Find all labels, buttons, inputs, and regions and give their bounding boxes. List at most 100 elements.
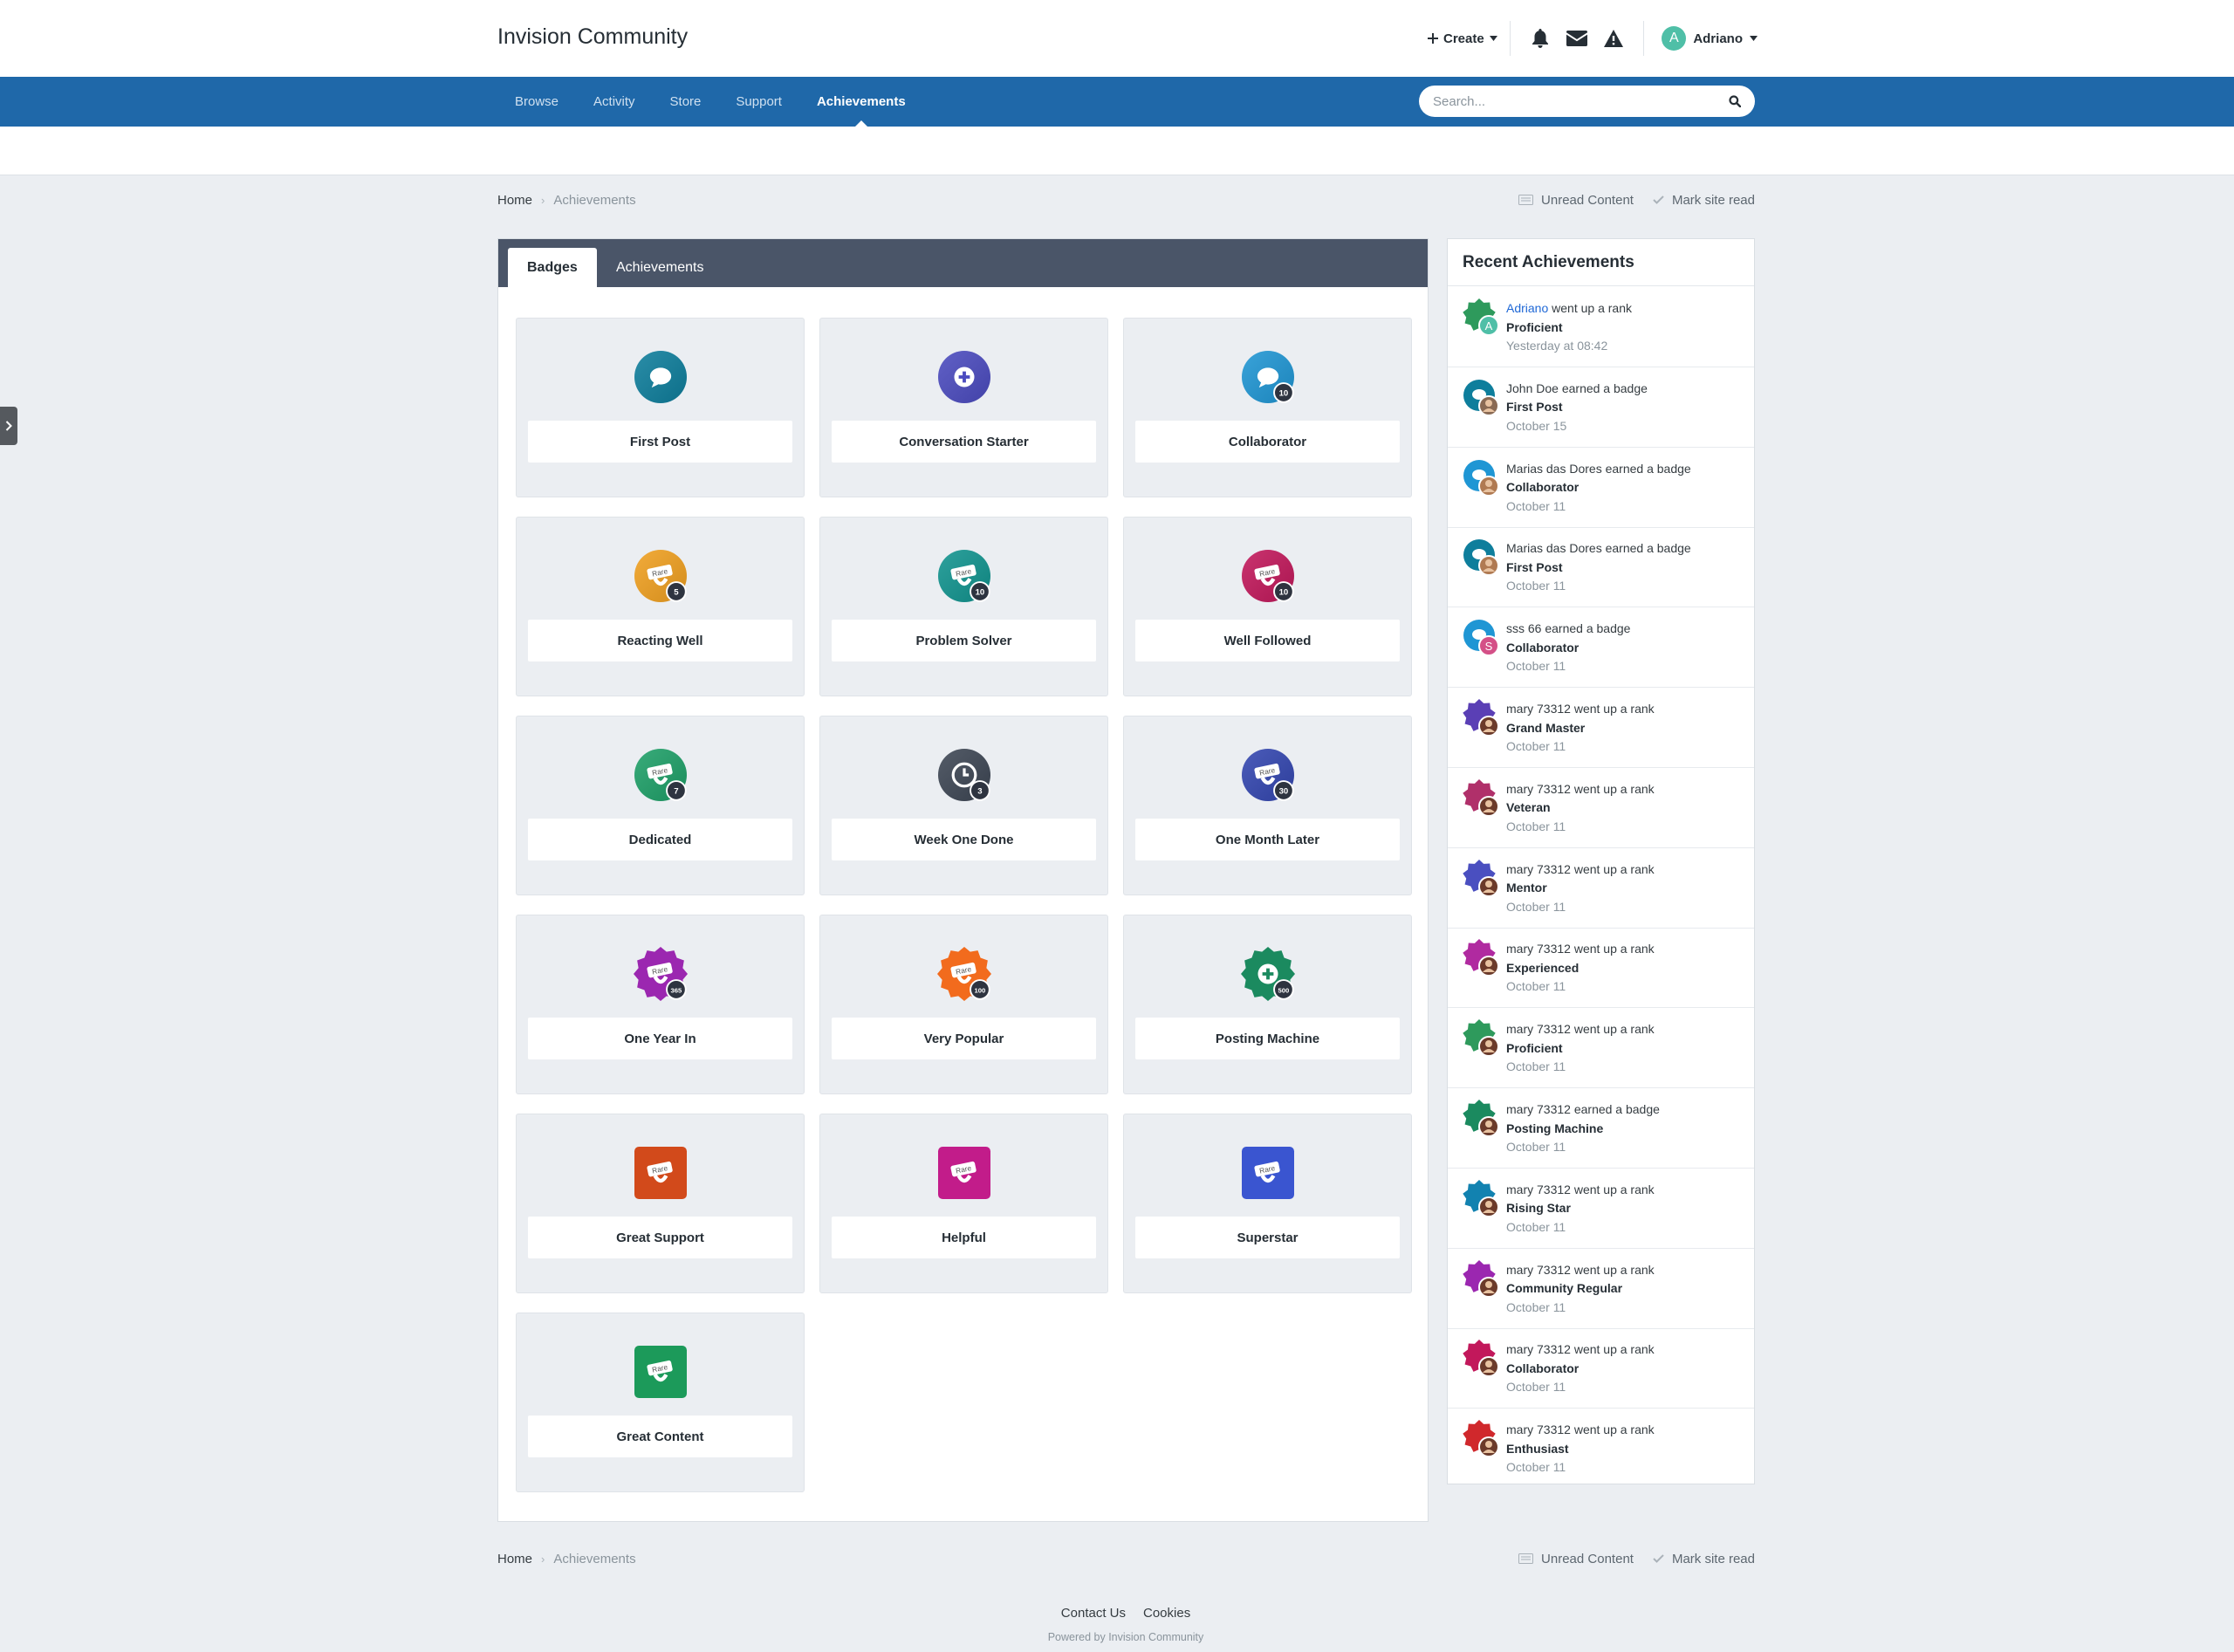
achievement-action: earned a badge — [1605, 461, 1691, 476]
search-icon[interactable] — [1729, 95, 1741, 107]
badge-card-dedicated[interactable]: Rare 7 Dedicated — [516, 716, 805, 895]
user-menu[interactable]: A Adriano — [1662, 26, 1758, 51]
breadcrumb-home[interactable]: Home — [497, 1552, 532, 1566]
badge-card-one-month-later[interactable]: Rare 30 One Month Later — [1123, 716, 1412, 895]
breadcrumb-home[interactable]: Home — [497, 193, 532, 208]
achievement-badge-icon[interactable] — [1462, 938, 1502, 978]
member-name[interactable]: mary 73312 — [1506, 1263, 1571, 1277]
messages-envelope-icon[interactable] — [1564, 25, 1590, 51]
unread-content-link[interactable]: Unread Content — [1518, 193, 1634, 208]
achievement-badge-icon[interactable] — [1462, 1259, 1502, 1299]
achievement-date: October 11 — [1506, 819, 1566, 833]
nav-item-activity[interactable]: Activity — [576, 77, 653, 127]
badge-card-one-year-in[interactable]: Rare 365 One Year In — [516, 915, 805, 1094]
checkmark-icon — [1653, 1554, 1664, 1563]
achievement-action: went up a rank — [1573, 1022, 1655, 1037]
breadcrumb-current[interactable]: Achievements — [553, 193, 635, 208]
achievement-badge-icon[interactable] — [1462, 778, 1502, 819]
achievement-line: mary 73312 went up a rank — [1506, 860, 1655, 880]
tab-achievements[interactable]: Achievements — [597, 248, 723, 287]
badge-card-collaborator[interactable]: 10 Collaborator — [1123, 318, 1412, 497]
member-name[interactable]: mary 73312 — [1506, 1422, 1571, 1436]
site-header: Invision Community Create A Adriano — [0, 0, 2234, 77]
achievement-text: Marias das Dores earned a badge First Pos… — [1506, 539, 1691, 596]
member-name[interactable]: Marias das Dores — [1506, 462, 1602, 476]
achievement-badge-icon[interactable] — [1462, 698, 1502, 738]
achievement-badge-icon[interactable] — [1462, 859, 1502, 899]
nav-item-support[interactable]: Support — [718, 77, 799, 127]
reports-warning-icon[interactable] — [1600, 25, 1627, 51]
badge-card-helpful[interactable]: Rare Helpful — [819, 1114, 1108, 1293]
svg-text:10: 10 — [1279, 388, 1289, 398]
sidebar-toggle-button[interactable] — [0, 407, 17, 445]
achievement-badge-icon[interactable] — [1462, 378, 1502, 418]
achievement-item: mary 73312 went up a rank Veteran October … — [1448, 768, 1754, 848]
notifications-bell-icon[interactable] — [1528, 25, 1554, 51]
cookies-link[interactable]: Cookies — [1143, 1606, 1190, 1621]
member-name[interactable]: mary 73312 — [1506, 1102, 1571, 1116]
achievement-badge-icon[interactable] — [1462, 1419, 1502, 1459]
badge-card-conversation-starter[interactable]: Conversation Starter — [819, 318, 1108, 497]
chevron-right-icon: › — [541, 193, 545, 207]
breadcrumb-current[interactable]: Achievements — [553, 1552, 635, 1566]
badge-name: Problem Solver — [832, 620, 1096, 661]
member-name[interactable]: mary 73312 — [1506, 1342, 1571, 1356]
badge-card-problem-solver[interactable]: Rare 10 Problem Solver — [819, 517, 1108, 696]
achievement-badge-icon[interactable]: S — [1462, 618, 1502, 658]
achievement-item: Marias das Dores earned a badge First Pos… — [1448, 527, 1754, 608]
achievement-badge-icon[interactable] — [1462, 1099, 1502, 1139]
badge-card-great-content[interactable]: Rare Great Content — [516, 1313, 805, 1492]
nav-item-achievements[interactable]: Achievements — [799, 77, 923, 127]
powered-by[interactable]: Powered by Invision Community — [916, 1631, 1335, 1643]
badge-card-posting-machine[interactable]: 500 Posting Machine — [1123, 915, 1412, 1094]
member-name[interactable]: mary 73312 — [1506, 1182, 1571, 1196]
achievement-text: sss 66 earned a badge Collaborator October… — [1506, 620, 1630, 676]
badge-card-great-support[interactable]: Rare Great Support — [516, 1114, 805, 1293]
member-name[interactable]: sss 66 — [1506, 621, 1541, 635]
search-input[interactable] — [1433, 93, 1729, 109]
achievement-badge-icon[interactable] — [1462, 1339, 1502, 1379]
member-name[interactable]: John Doe — [1506, 381, 1559, 395]
achievement-action: went up a rank — [1552, 301, 1632, 315]
badge-card-reacting-well[interactable]: Rare 5 Reacting Well — [516, 517, 805, 696]
member-name[interactable]: mary 73312 — [1506, 782, 1571, 796]
achievement-item: mary 73312 earned a badge Posting Machine… — [1448, 1088, 1754, 1169]
achievement-text: mary 73312 went up a rank Proficient Octob… — [1506, 1020, 1655, 1077]
badge-card-week-one-done[interactable]: 3 Week One Done — [819, 716, 1108, 895]
widget-title: Recent Achievements — [1448, 239, 1754, 286]
create-button[interactable]: Create — [1428, 31, 1497, 46]
achievement-action: earned a badge — [1573, 1102, 1660, 1116]
achievement-badge-icon[interactable] — [1462, 458, 1502, 498]
achievement-badge-icon[interactable] — [1462, 1018, 1502, 1059]
achievement-line: Adriano went up a rank — [1506, 299, 1632, 319]
member-name[interactable]: Marias das Dores — [1506, 541, 1602, 555]
achievement-text: mary 73312 went up a rank Rising Star Octo… — [1506, 1181, 1655, 1237]
member-name[interactable]: mary 73312 — [1506, 862, 1571, 876]
svg-text:S: S — [1485, 640, 1493, 653]
site-title[interactable]: Invision Community — [497, 24, 688, 50]
badge-card-superstar[interactable]: Rare Superstar — [1123, 1114, 1412, 1293]
achievement-badge-icon[interactable]: A — [1462, 298, 1502, 338]
badge-card-very-popular[interactable]: Rare 100 Very Popular — [819, 915, 1108, 1094]
contact-us-link[interactable]: Contact Us — [1061, 1606, 1126, 1621]
tab-badges[interactable]: Badges — [508, 248, 597, 287]
user-avatar: A — [1662, 26, 1687, 51]
mark-site-read-link[interactable]: Mark site read — [1653, 193, 1755, 208]
nav-item-browse[interactable]: Browse — [497, 77, 576, 127]
svg-text:30: 30 — [1279, 786, 1289, 796]
plus-icon — [1428, 33, 1438, 44]
member-name[interactable]: mary 73312 — [1506, 702, 1571, 716]
member-name[interactable]: mary 73312 — [1506, 942, 1571, 956]
member-name[interactable]: Adriano — [1506, 301, 1548, 315]
nav-item-store[interactable]: Store — [653, 77, 719, 127]
member-name[interactable]: mary 73312 — [1506, 1022, 1571, 1036]
unread-content-link[interactable]: Unread Content — [1518, 1552, 1634, 1566]
caret-down-icon — [1749, 36, 1758, 41]
achievement-badge-icon[interactable] — [1462, 538, 1502, 578]
achievement-badge-icon[interactable] — [1462, 1179, 1502, 1219]
mark-site-read-link[interactable]: Mark site read — [1653, 1552, 1755, 1566]
achievement-date: October 11 — [1506, 1460, 1566, 1475]
badge-card-well-followed[interactable]: Rare 10 Well Followed — [1123, 517, 1412, 696]
achievement-line: mary 73312 went up a rank — [1506, 700, 1655, 719]
badge-card-first-post[interactable]: First Post — [516, 318, 805, 497]
